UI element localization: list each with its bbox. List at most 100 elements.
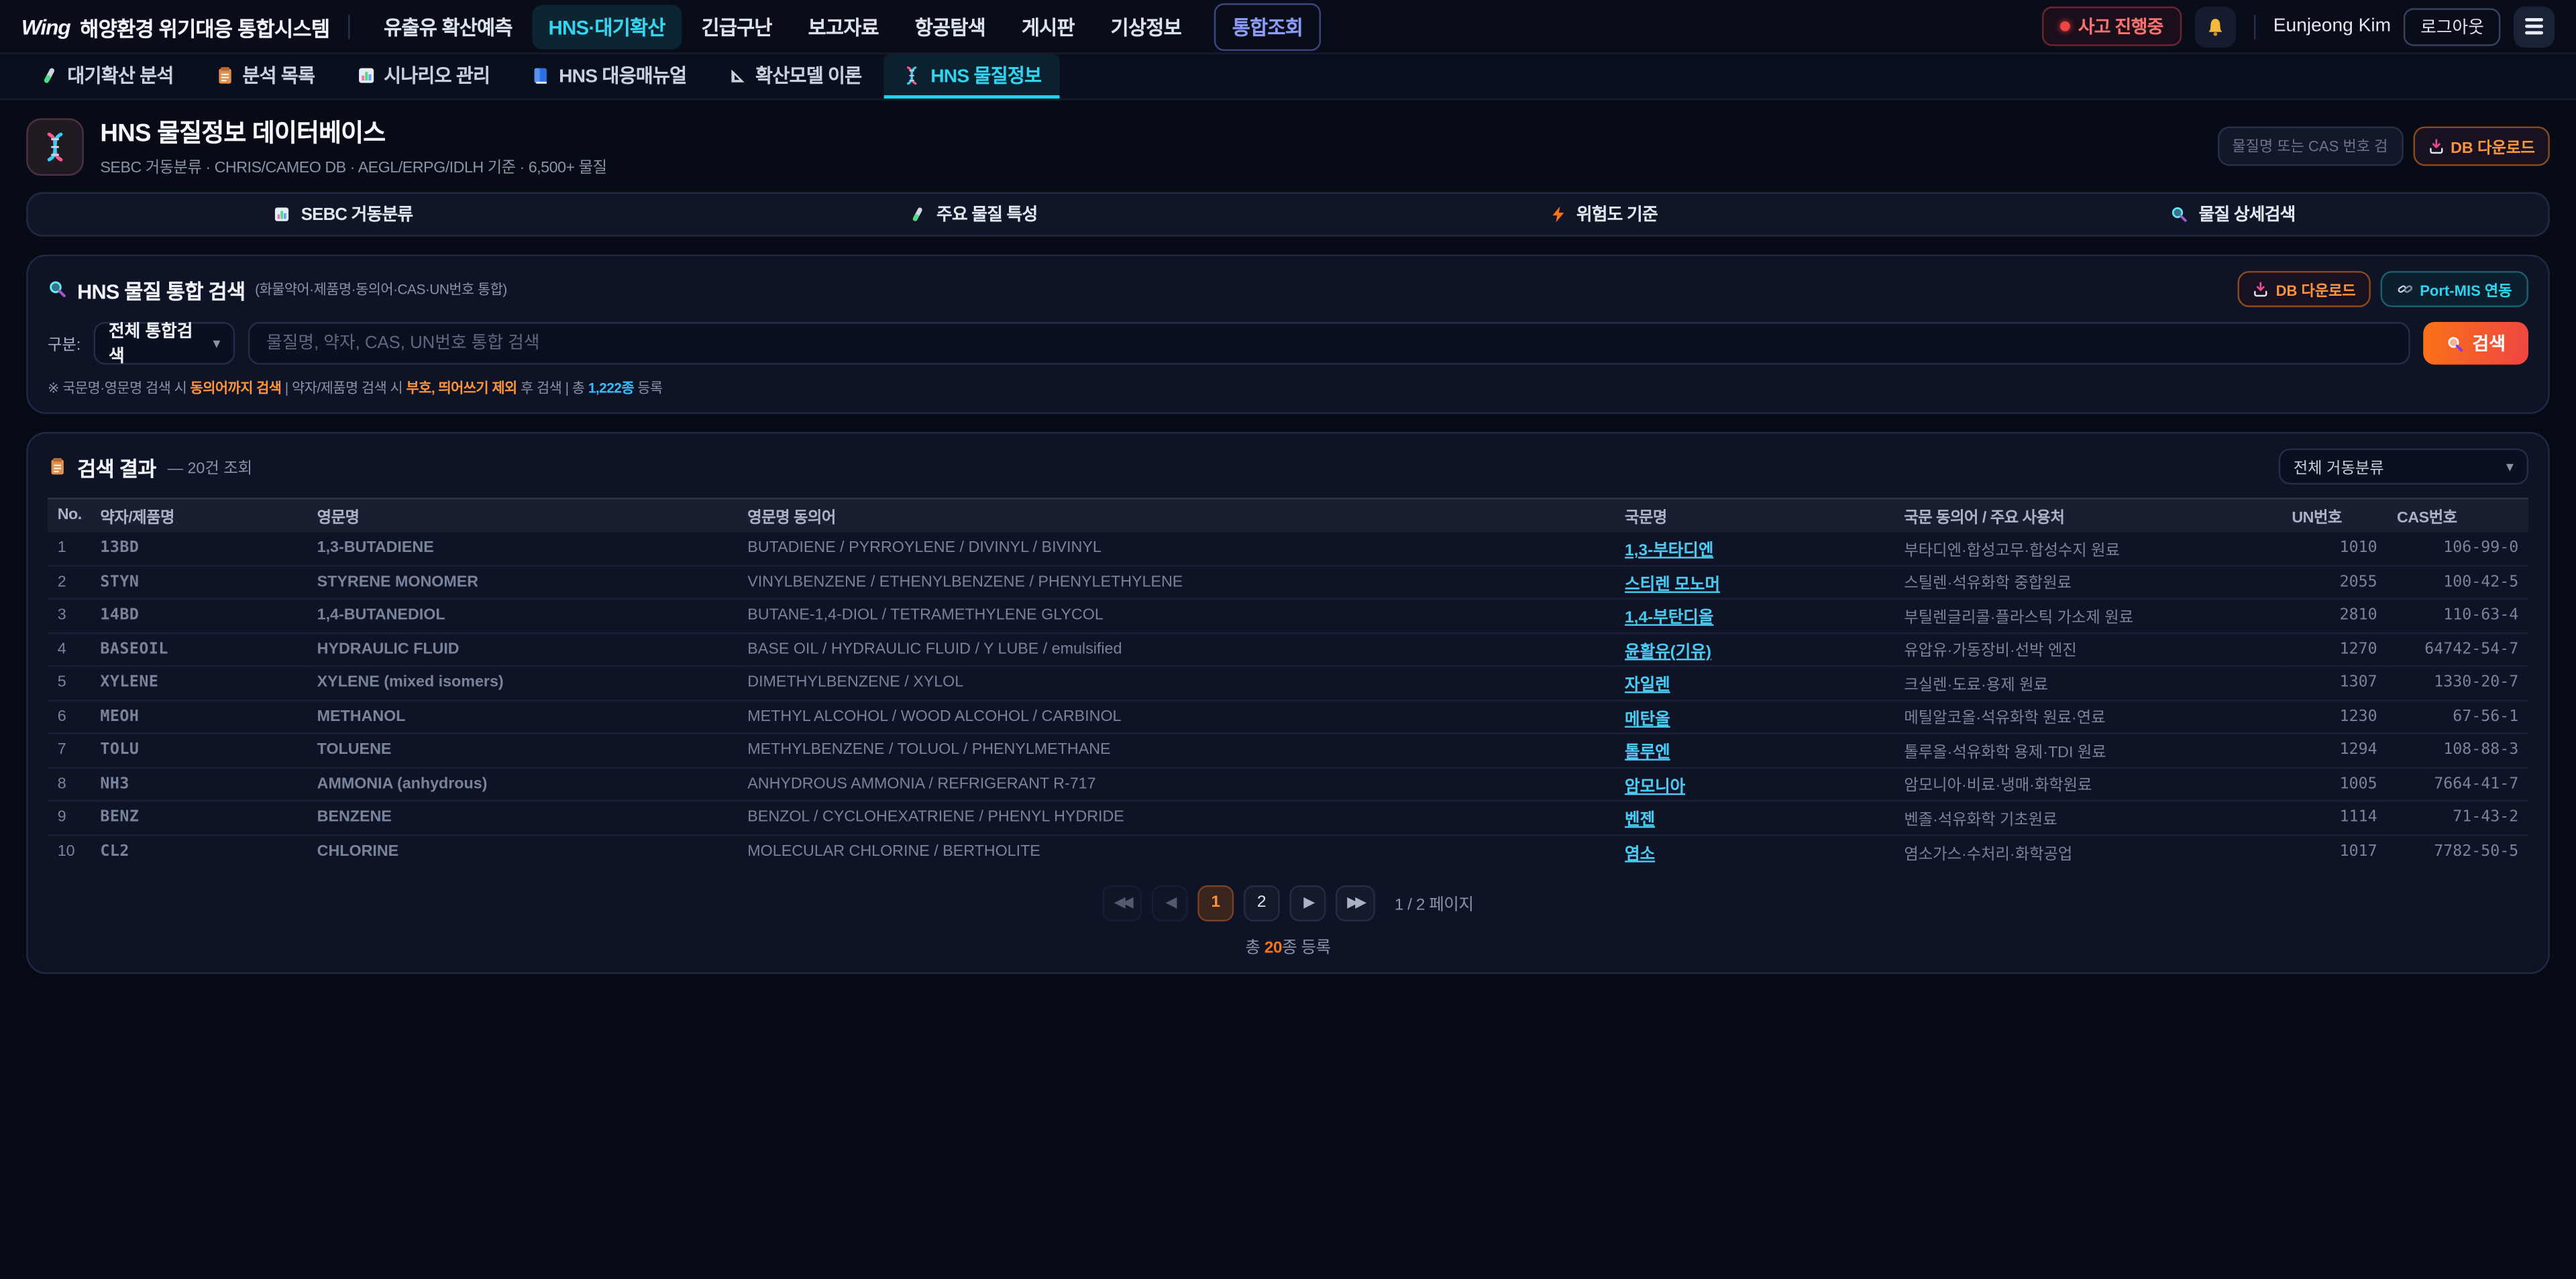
nav-item-5[interactable]: 항공탐색 [898,4,1002,48]
search-panel-title: HNS 물질 통합 검색 [77,274,245,305]
download-icon [2253,281,2269,297]
cas-number: 1330-20-7 [2387,666,2528,700]
search-panel-header: HNS 물질 통합 검색 (화물약어·제품명·동의어·CAS·UN번호 통합) … [48,271,2528,307]
tab-1[interactable]: 대기확산 분석 [21,54,192,99]
tab-2[interactable]: 분석 목록 [197,54,333,99]
korean-name-link[interactable]: 암모니아 [1625,778,1685,796]
english-name: METHANOL [307,700,738,733]
db-download-button[interactable]: DB 다운로드 [2413,127,2550,166]
nav-item-7[interactable]: 기상정보 [1094,4,1197,48]
page-subtitle: SEBC 거동분류 · CHRIS/CAMEO DB · AEGL/ERPG/I… [100,154,606,177]
row-number: 7 [48,733,91,767]
table-row: 5XYLENEXYLENE (mixed isomers)DIMETHYLBEN… [48,666,2528,700]
incident-status-badge[interactable]: 사고 진행중 [2042,7,2182,46]
previous-page-button[interactable]: ◀ [1152,885,1188,921]
korean-name-link[interactable]: 자일렌 [1615,666,1894,700]
korean-name-link[interactable]: 암모니아 [1615,767,1894,801]
portmis-link-button[interactable]: Port-MIS 연동 [2380,271,2528,307]
un-number: 1010 [2282,531,2387,565]
cas-number: 64742-54-7 [2387,632,2528,666]
korean-name-link[interactable]: 윤활유(기유) [1615,632,1894,666]
korean-name-link[interactable]: 1,3-부타디엔 [1625,542,1713,560]
tab-label: HNS 물질정보 [930,62,1041,88]
logout-button[interactable]: 로그아웃 [2404,7,2501,45]
feature-label: 위험도 기준 [1576,202,1658,227]
korean-name-link[interactable]: 윤활유(기유) [1625,643,1711,661]
page-button-1[interactable]: 1 [1197,885,1234,921]
korean-name-link[interactable]: 톨루엔 [1615,733,1894,767]
search-icon-white [2446,334,2464,352]
tab-3[interactable]: 시나리오 관리 [337,54,508,99]
book-icon [531,65,550,85]
korean-name-link[interactable]: 1,4-부탄디올 [1625,610,1713,628]
substance-code: 14BD [91,599,307,632]
table-row: 7TOLUTOLUENEMETHYLBENZENE / TOLUOL / PHE… [48,733,2528,767]
korean-name-link[interactable]: 염소 [1625,846,1655,864]
korean-synonyms-usage: 염소가스·수처리·화학공업 [1894,834,2282,868]
cas-number: 67-56-1 [2387,700,2528,733]
korean-synonyms-usage: 유압유·가동장비·선박 엔진 [1894,632,2282,666]
system-title: 해양환경 위기대응 통합시스템 [80,11,329,42]
korean-name-link[interactable]: 스티렌 모노머 [1625,576,1720,594]
row-number: 5 [48,666,91,700]
last-page-button[interactable]: ▶▶ [1336,885,1375,921]
cas-search-input[interactable] [2217,127,2403,166]
unified-search-input[interactable] [248,322,2410,365]
unified-search-panel: HNS 물질 통합 검색 (화물약어·제품명·동의어·CAS·UN번호 통합) … [26,255,2550,414]
page-button-2[interactable]: 2 [1244,885,1280,921]
search-button[interactable]: 검색 [2423,322,2528,365]
divider [347,14,349,39]
un-number: 2055 [2282,565,2387,598]
korean-synonyms-usage: 톨루올·석유화학 용제·TDI 원료 [1894,733,2282,767]
chevron-down-icon: ▾ [2506,457,2514,476]
feature-item-2[interactable]: 주요 물질 특성 [658,202,1288,227]
download-icon [2428,138,2444,154]
feature-item-4[interactable]: 물질 상세검색 [1918,202,2548,227]
un-number: 1005 [2282,767,2387,801]
behavior-filter-select[interactable]: 전체 거동분류 ▾ [2279,449,2528,485]
search-type-select[interactable]: 전체 통합검색 ▾ [94,322,235,365]
korean-name-link[interactable]: 톨루엔 [1625,744,1670,763]
nav-item-3[interactable]: 긴급구난 [685,4,788,48]
feature-item-1[interactable]: SEBC 거동분류 [28,202,658,227]
nav-item-4[interactable]: 보고자료 [792,4,895,48]
tab-5[interactable]: 확산모델 이론 [710,54,880,99]
nav-item-2[interactable]: HNS·대기확산 [532,4,682,48]
korean-name-link[interactable]: 메탄올 [1625,711,1670,729]
korean-name-link[interactable]: 1,4-부탄디올 [1615,599,1894,632]
substance-code: STYN [91,565,307,598]
menu-button[interactable] [2514,6,2555,47]
bell-icon [2204,15,2226,37]
notifications-button[interactable] [2194,6,2235,47]
tab-6[interactable]: HNS 물질정보 [885,54,1060,99]
korean-name-link[interactable]: 벤젠 [1615,801,1894,834]
korean-synonyms-usage: 부타디엔·합성고무·합성수지 원료 [1894,531,2282,565]
nav-item-6[interactable]: 게시판 [1005,4,1091,48]
app-logo[interactable]: Wing 해양환경 위기대응 통합시스템 [21,11,329,42]
english-synonyms: ANHYDROUS AMMONIA / REFRIGERANT R-717 [738,767,1615,801]
page-title: HNS 물질정보 데이터베이스 [100,115,606,149]
korean-name-link[interactable]: 1,3-부타디엔 [1615,531,1894,565]
next-page-button[interactable]: ▶ [1289,885,1326,921]
db-download-button-2[interactable]: DB 다운로드 [2238,271,2370,307]
korean-name-link[interactable]: 벤젠 [1625,812,1655,830]
nav-item-8[interactable]: 통합조회 [1214,3,1321,50]
korean-name-link[interactable]: 메탄올 [1615,700,1894,733]
tab-4[interactable]: HNS 대응매뉴얼 [513,54,705,99]
first-page-button[interactable]: ◀◀ [1103,885,1142,921]
english-synonyms: BUTADIENE / PYRROYLENE / DIVINYL / BIVIN… [738,531,1615,565]
tab-label: 시나리오 관리 [384,62,490,88]
korean-name-link[interactable]: 자일렌 [1625,677,1670,696]
nav-item-1[interactable]: 유출유 확산예측 [368,4,529,48]
cas-number: 7664-41-7 [2387,767,2528,801]
un-number: 1230 [2282,700,2387,733]
total-registered: 총 20종 등록 [48,932,2528,957]
substance-code: 13BD [91,531,307,565]
korean-name-link[interactable]: 염소 [1615,834,1894,868]
un-number: 1270 [2282,632,2387,666]
feature-item-3[interactable]: 위험도 기준 [1288,202,1918,227]
un-number: 1017 [2282,834,2387,868]
search-help-note: ※ 국문명·영문명 검색 시 동의어까지 검색 | 약자/제품명 검색 시 부호… [48,378,2528,397]
main-menu: 유출유 확산예측HNS·대기확산긴급구난보고자료항공탐색게시판기상정보 통합조회 [368,3,1321,50]
korean-name-link[interactable]: 스티렌 모노머 [1615,565,1894,598]
